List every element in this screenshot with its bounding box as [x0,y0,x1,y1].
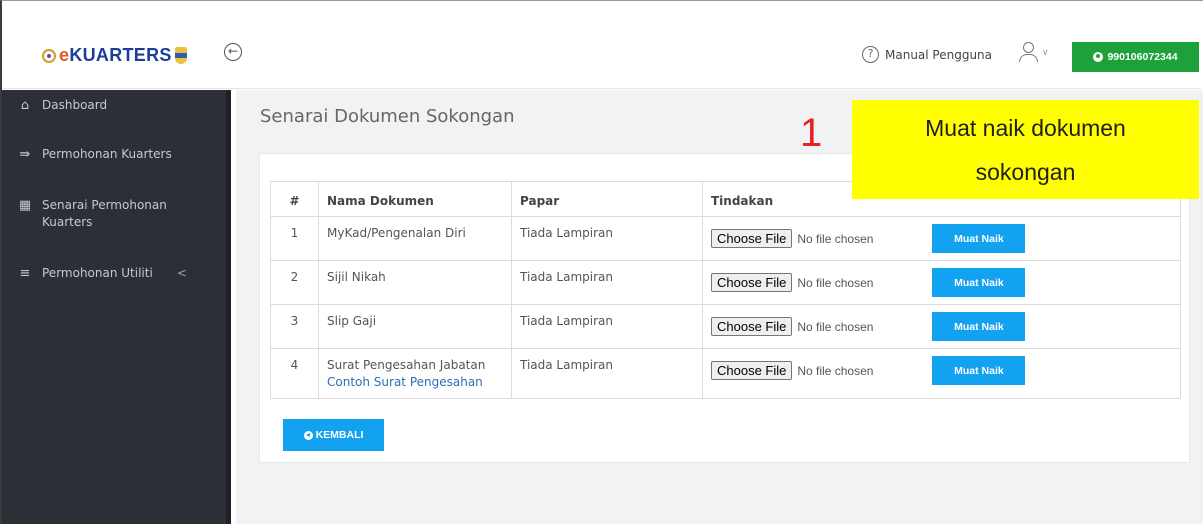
layers-icon: ≡ [19,266,31,281]
file-status: No file chosen [797,363,874,378]
column-header: Nama Dokumen [318,181,512,217]
document-name: Slip Gaji [318,304,512,349]
row-number: 1 [270,216,319,261]
callout-line: Muat naik dokumen [925,115,1126,141]
upload-button[interactable]: Muat Naik [932,356,1026,385]
chevron-left-icon: < [176,266,187,280]
column-header: # [270,181,319,217]
action-cell: Choose File No file chosen Muat Naik [702,304,1181,349]
table-row: 3 Slip Gaji Tiada Lampiran Choose File N… [270,304,1181,349]
file-input: Choose File No file chosen Muat Naik [711,224,1172,253]
document-name: Sijil Nikah [318,260,512,305]
document-name-cell: Surat Pengesahan Jabatan Contoh Surat Pe… [318,348,512,399]
state-crest-icon [174,47,187,64]
column-header: Papar [511,181,703,217]
flower-emblem-icon [42,48,56,63]
file-status: No file chosen [797,275,874,290]
table-row: 2 Sijil Nikah Tiada Lampiran Choose File… [270,260,1181,305]
sidebar: ⌂ Dashboard ⇛ Permohonan Kuarters ▦ Sena… [2,90,231,524]
callout-line: sokongan [975,159,1076,185]
document-preview-status: Tiada Lampiran [511,216,703,261]
choose-file-button[interactable]: Choose File [711,361,793,380]
arrow-left-circle-icon [303,430,313,440]
app-logo[interactable]: eKUARTERS [42,45,187,66]
instruction-callout: Muat naik dokumen sokongan [852,100,1199,199]
back-label: KEMBALI [315,429,364,441]
document-preview-status: Tiada Lampiran [511,260,703,305]
sidebar-item-label: Permohonan Utiliti [42,266,153,280]
user-body-shape [1019,54,1038,62]
document-preview-status: Tiada Lampiran [511,348,703,399]
back-button[interactable]: KEMBALI [283,419,384,451]
document-name: Surat Pengesahan Jabatan [327,358,486,372]
logo-text: eKUARTERS [59,45,172,65]
home-icon: ⌂ [20,98,30,113]
documents-card: # Nama Dokumen Papar Tindakan 1 MyKad/Pe… [259,153,1190,463]
action-cell: Choose File No file chosen Muat Naik [702,348,1181,399]
account-button[interactable]: 990106072344 [1072,42,1199,72]
manual-label: Manual Pengguna [885,47,993,62]
action-cell: Choose File No file chosen Muat Naik [702,216,1181,261]
row-number: 3 [270,304,319,349]
sidebar-item-label: Dashboard [42,98,108,112]
user-menu-icon[interactable]: ∨ [1018,42,1049,64]
top-header: eKUARTERS ← ? Manual Pengguna ∨ 99010607… [2,9,1201,89]
account-id: 990106072344 [1107,51,1178,63]
sidebar-item-permohonan-kuarters[interactable]: ⇛ Permohonan Kuarters [2,146,222,163]
sidebar-item-label: Senarai Permohonan Kuarters [42,198,167,229]
row-number: 4 [270,348,319,399]
sidebar-item-dashboard[interactable]: ⌂ Dashboard [2,97,222,114]
sample-letter-link[interactable]: Contoh Surat Pengesahan [327,375,503,389]
documents-table: # Nama Dokumen Papar Tindakan 1 MyKad/Pe… [270,181,1181,399]
sidebar-item-label: Permohonan Kuarters [42,147,172,161]
action-cell: Choose File No file chosen Muat Naik [702,260,1181,305]
file-input: Choose File No file chosen Muat Naik [711,356,1172,385]
upload-button[interactable]: Muat Naik [932,224,1026,253]
row-number: 2 [270,260,319,305]
sidebar-item-permohonan-utiliti[interactable]: ≡ Permohonan Utiliti < [2,265,222,282]
step-number: 1 [800,111,823,155]
upload-button[interactable]: Muat Naik [932,312,1026,341]
user-circle-icon [1093,52,1104,62]
chevron-down-icon: ∨ [1042,48,1049,58]
choose-file-button[interactable]: Choose File [711,229,793,248]
help-circle-icon: ? [862,46,879,63]
file-input: Choose File No file chosen Muat Naik [711,312,1172,341]
door-icon: ⇛ [19,147,31,162]
page-title: Senarai Dokumen Sokongan [260,106,515,127]
file-input: Choose File No file chosen Muat Naik [711,268,1172,297]
manual-link[interactable]: ? Manual Pengguna [862,46,992,63]
table-row: 1 MyKad/Pengenalan Diri Tiada Lampiran C… [270,216,1181,261]
file-status: No file chosen [797,319,874,334]
choose-file-button[interactable]: Choose File [711,273,793,292]
upload-button[interactable]: Muat Naik [932,268,1026,297]
choose-file-button[interactable]: Choose File [711,317,793,336]
file-status: No file chosen [797,231,874,246]
document-name: MyKad/Pengenalan Diri [318,216,512,261]
table-row: 4 Surat Pengesahan Jabatan Contoh Surat … [270,348,1181,399]
document-preview-status: Tiada Lampiran [511,304,703,349]
sidebar-item-senarai-permohonan[interactable]: ▦ Senarai Permohonan Kuarters [2,197,222,231]
building-icon: ▦ [18,198,32,213]
user-head-shape [1023,42,1034,53]
sidebar-toggle-icon[interactable]: ← [224,43,242,61]
